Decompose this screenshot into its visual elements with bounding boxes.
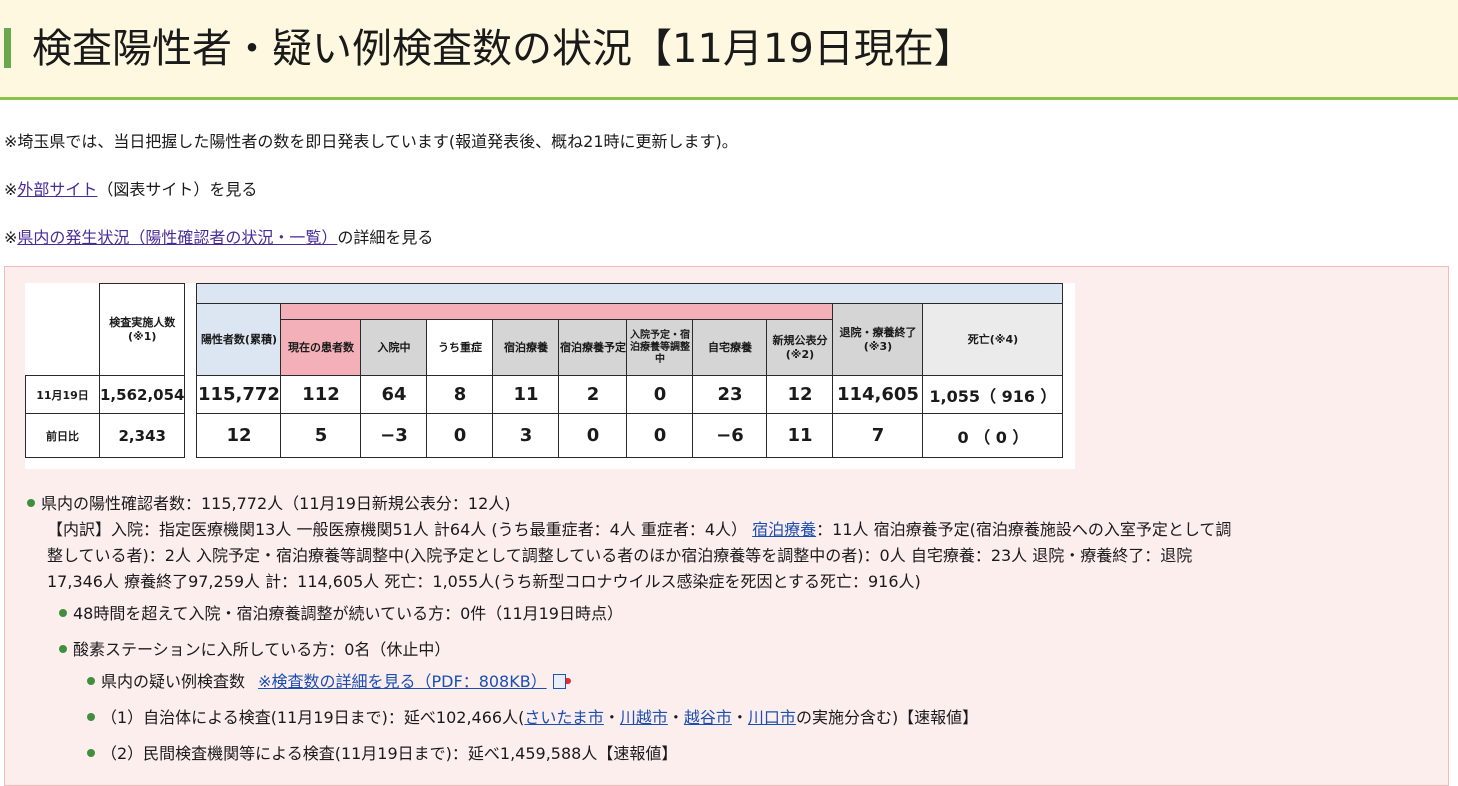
cell-deaths: 1,055（ 916 ）: [922, 375, 1064, 414]
saitama-city-link[interactable]: さいたま市: [524, 708, 604, 727]
list-item-private-tests: （2）民間検査機関等による検査(11月19日まで)：延べ1,459,588人【速…: [87, 744, 677, 764]
list-item-text: の実施分含む)【速報値】: [795, 708, 979, 727]
cell-current: 5: [280, 413, 362, 458]
prefecture-status-link[interactable]: 県内の発生状況（陽性確認者の状況・一覧）: [17, 228, 337, 247]
cell-positive: 12: [196, 413, 282, 458]
stats-table: 検査実施人数(※1) 陽性者数(累積) 退院・療養終了(※3) 死亡(※4) 現…: [25, 283, 1064, 458]
bullet-dot: [87, 677, 95, 685]
cell-adjusting: 0: [626, 413, 694, 458]
summary-positive-count: 県内の陽性確認者数：115,772人（11月19日新規公表分：12人): [27, 494, 511, 514]
hotel-care-link[interactable]: 宿泊療養: [752, 520, 816, 539]
stats-panel: 検査実施人数(※1) 陽性者数(累積) 退院・療養終了(※3) 死亡(※4) 現…: [4, 266, 1449, 786]
summary-line1: 県内の陽性確認者数：115,772人（11月19日新規公表分：12人): [41, 494, 511, 513]
row-label-today: 11月19日: [25, 375, 100, 414]
header-hospital: 入院中: [360, 319, 428, 376]
external-site-link[interactable]: 外部サイト: [17, 180, 97, 199]
cell-hotel: 11: [492, 375, 560, 414]
list-item-suspected-tests: 県内の疑い例検査数 ※検査数の詳細を見る（PDF：808KB）: [87, 672, 571, 692]
header-tested: 検査実施人数(※1): [98, 283, 186, 376]
note-suffix: の詳細を見る: [337, 228, 434, 247]
bullet-dot: [87, 749, 95, 757]
list-item-text: （1）自治体による検査(11月19日まで)：延べ102,466人(: [101, 708, 525, 727]
note-external-site: ※外部サイト（図表サイト）を見る: [4, 180, 257, 200]
cell-hotel-plan: 0: [558, 413, 628, 458]
cell-severe: 8: [426, 375, 494, 414]
cell-hospital: −3: [360, 413, 428, 458]
summary-breakdown: 【内訳】入院：指定医療機関13人 一般医療機関51人 計64人 (うち最重症者：…: [47, 517, 1231, 543]
header-pink-band: [280, 303, 834, 320]
kawaguchi-city-link[interactable]: 川口市: [748, 708, 796, 727]
list-item-municipal-tests: （1）自治体による検査(11月19日まで)：延べ102,466人(さいたま市・川…: [87, 708, 978, 728]
header-home: 自宅療養: [692, 319, 768, 376]
summary-line2-pre: 【内訳】入院：指定医療機関13人 一般医療機関51人 計64人 (うち最重症者：…: [47, 520, 748, 539]
header-adjusting: 入院予定・宿泊療養等調整中: [626, 319, 694, 376]
header-severe: うち重症: [426, 319, 494, 376]
bullet-dot: [27, 499, 35, 507]
bullet-dot: [59, 609, 67, 617]
cell-recovered: 114,605: [832, 375, 924, 414]
title-accent-mark: [4, 28, 11, 68]
page-title: 検査陽性者・疑い例検査数の状況【11月19日現在】: [32, 26, 974, 72]
summary-line4: 17,346人 療養終了97,259人 計：114,605人 死亡：1,055人…: [47, 572, 921, 591]
cell-new: 12: [766, 375, 834, 414]
title-bar: 検査陽性者・疑い例検査数の状況【11月19日現在】: [0, 0, 1458, 100]
list-item-text: （2）民間検査機関等による検査(11月19日まで)：延べ1,459,588人【速…: [101, 744, 678, 763]
separator: ・: [731, 708, 748, 727]
cell-recovered: 7: [832, 413, 924, 458]
note-prefix: ※: [4, 228, 18, 247]
header-blue-band: [196, 283, 1064, 304]
column-gap: [184, 283, 197, 458]
cell-severe: 0: [426, 413, 494, 458]
note-prefix: ※: [4, 180, 18, 199]
test-details-pdf-link[interactable]: ※検査数の詳細を見る（PDF：808KB）: [258, 672, 547, 691]
note-suffix: （図表サイト）を見る: [97, 180, 258, 199]
header-current: 現在の患者数: [280, 319, 362, 376]
separator: ・: [603, 708, 620, 727]
cell-positive: 115,772: [196, 375, 282, 414]
list-item-text: 48時間を超えて入院・宿泊療養調整が続いている方：0件（11月19日時点）: [73, 604, 623, 623]
header-hotel-plan: 宿泊療養予定: [558, 319, 628, 376]
header-recovered: 退院・療養終了(※3): [832, 303, 924, 376]
header-deaths: 死亡(※4): [922, 303, 1064, 376]
note-prefecture-status: ※県内の発生状況（陽性確認者の状況・一覧）の詳細を見る: [4, 228, 433, 248]
cell-hotel-plan: 2: [558, 375, 628, 414]
cell-home: 23: [692, 375, 768, 414]
cell-adjusting: 0: [626, 375, 694, 414]
bullet-dot: [59, 645, 67, 653]
kawagoe-city-link[interactable]: 川越市: [620, 708, 668, 727]
cell-new: 11: [766, 413, 834, 458]
header-new: 新規公表分(※2): [766, 319, 834, 376]
corner-cell: [25, 283, 100, 376]
cell-hospital: 64: [360, 375, 428, 414]
bullet-dot: [87, 713, 95, 721]
row-label-diff: 前日比: [25, 413, 100, 458]
stats-table-image: 検査実施人数(※1) 陽性者数(累積) 退院・療養終了(※3) 死亡(※4) 現…: [25, 283, 1075, 469]
note-update-info: ※埼玉県では、当日把握した陽性者の数を即日発表しています(報道発表後、概ね21時…: [4, 132, 738, 151]
list-item-oxygen: 酸素ステーションに入所している方：0名（休止中）: [59, 640, 450, 660]
list-item-waiting: 48時間を超えて入院・宿泊療養調整が続いている方：0件（11月19日時点）: [59, 604, 623, 624]
koshigaya-city-link[interactable]: 越谷市: [684, 708, 732, 727]
cell-tested: 2,343: [98, 413, 186, 458]
cell-hotel: 3: [492, 413, 560, 458]
pdf-icon: [552, 674, 571, 689]
summary-line2-post: ：11人 宿泊療養予定(宿泊療養施設への入室予定として調: [816, 520, 1232, 539]
cell-tested: 1,562,054: [98, 375, 186, 414]
separator: ・: [667, 708, 684, 727]
cell-home: −6: [692, 413, 768, 458]
list-item-text: 県内の疑い例検査数: [101, 672, 246, 691]
cell-current: 112: [280, 375, 362, 414]
header-positive: 陽性者数(累積): [196, 303, 282, 376]
list-item-text: 酸素ステーションに入所している方：0名（休止中）: [73, 640, 451, 659]
header-hotel: 宿泊療養: [492, 319, 560, 376]
cell-deaths: 0 （ 0 ）: [922, 413, 1064, 458]
summary-line3: 整している者)：2人 入院予定・宿泊療養等調整中(入院予定として調整している者の…: [47, 546, 1193, 565]
